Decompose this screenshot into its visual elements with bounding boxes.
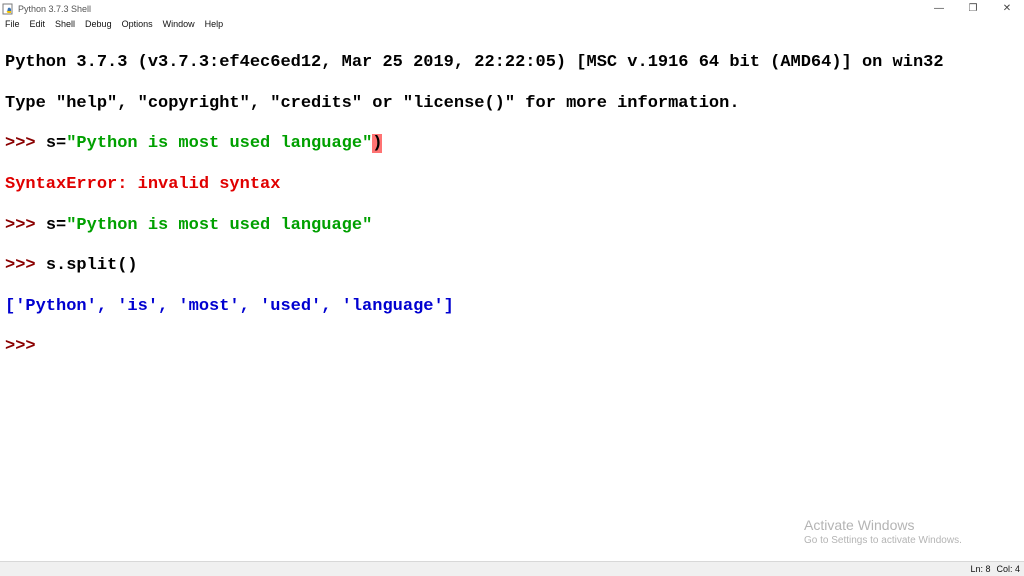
banner-line-1: Python 3.7.3 (v3.7.3:ef4ec6ed12, Mar 25 … [5, 53, 1024, 73]
window-controls: — ❐ ✕ [922, 0, 1024, 17]
shell-prompt: >>> [5, 215, 46, 235]
banner-line-2: Type "help", "copyright", "credits" or "… [5, 94, 1024, 114]
watermark-subtitle: Go to Settings to activate Windows. [804, 535, 962, 546]
menu-edit[interactable]: Edit [25, 17, 51, 32]
syntax-error-highlight: ) [372, 134, 383, 154]
error-line: SyntaxError: invalid syntax [5, 175, 1024, 195]
output-line: ['Python', 'is', 'most', 'used', 'langua… [5, 297, 1024, 317]
cursor-position: Ln: 8 Col: 4 [970, 564, 1020, 574]
input-line-1: >>> s="Python is most used language") [5, 134, 1024, 154]
minimize-button[interactable]: — [922, 0, 956, 17]
output-text: ['Python', 'is', 'most', 'used', 'langua… [5, 296, 454, 316]
menu-file[interactable]: File [0, 17, 25, 32]
watermark-title: Activate Windows [804, 517, 915, 533]
code-text: s.split() [45, 256, 138, 276]
code-text: s= [45, 215, 67, 235]
menu-options[interactable]: Options [117, 17, 158, 32]
code-text: s= [45, 134, 67, 154]
input-line-2: >>> s="Python is most used language" [5, 216, 1024, 236]
menu-bar: File Edit Shell Debug Options Window Hel… [0, 17, 1024, 32]
title-bar: Python 3.7.3 Shell — ❐ ✕ [0, 0, 1024, 17]
shell-prompt: >>> [5, 256, 46, 276]
window-title: Python 3.7.3 Shell [18, 3, 92, 14]
menu-shell[interactable]: Shell [50, 17, 80, 32]
menu-help[interactable]: Help [200, 17, 229, 32]
python-idle-icon [2, 3, 14, 15]
input-line-current[interactable]: >>> [5, 337, 1024, 357]
activation-watermark: Activate Windows Go to Settings to activ… [804, 516, 962, 548]
close-button[interactable]: ✕ [990, 0, 1024, 17]
banner-text: Python 3.7.3 (v3.7.3:ef4ec6ed12, Mar 25 … [5, 53, 944, 73]
shell-text-area[interactable]: Python 3.7.3 (v3.7.3:ef4ec6ed12, Mar 25 … [0, 33, 1024, 561]
restore-button[interactable]: ❐ [956, 0, 990, 17]
banner-text: Type "help", "copyright", "credits" or "… [5, 93, 740, 113]
error-message: SyntaxError: invalid syntax [5, 175, 281, 195]
input-line-3: >>> s.split() [5, 256, 1024, 276]
string-literal: "Python is most used language" [66, 215, 373, 235]
shell-prompt: >>> [5, 134, 46, 154]
status-bar: Ln: 8 Col: 4 [0, 561, 1024, 576]
line-number: Ln: 8 [970, 564, 991, 574]
menu-window[interactable]: Window [158, 17, 200, 32]
string-literal: "Python is most used language" [66, 134, 373, 154]
column-number: Col: 4 [996, 564, 1020, 574]
shell-prompt: >>> [5, 337, 36, 357]
menu-debug[interactable]: Debug [80, 17, 117, 32]
